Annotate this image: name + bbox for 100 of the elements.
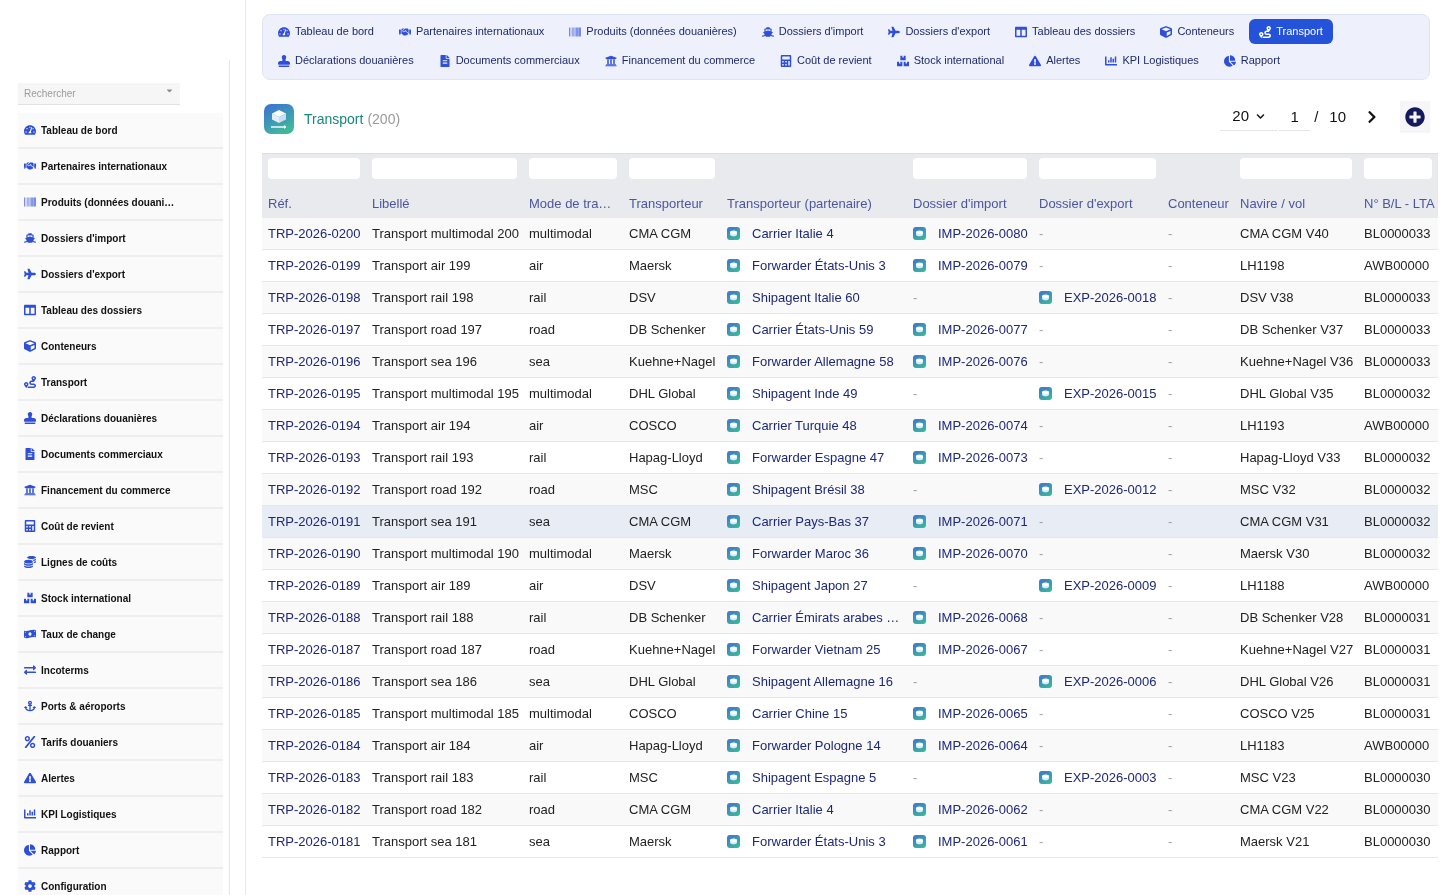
record-link[interactable]: TRP-2026-0195 [268, 383, 361, 404]
record-link[interactable]: Forwarder Pologne 14 [752, 735, 881, 756]
record-link[interactable]: EXP-2026-0015 [1064, 383, 1157, 404]
record-link[interactable]: IMP-2026-0073 [938, 447, 1028, 468]
record-link[interactable]: TRP-2026-0185 [268, 703, 361, 724]
table-row[interactable]: TRP-2026-0186 Transport sea 186 sea DHL Global Shipagent Allemagne 16 - EXP-2026-0006 - DHL Global V26 BL0000031 [262, 666, 1438, 698]
sidebar-item[interactable]: Taux de change [18, 617, 223, 653]
nav-tab[interactable]: Déclarations douanières [268, 48, 424, 73]
record-link[interactable]: IMP-2026-0062 [938, 799, 1028, 820]
sidebar-item[interactable]: Produits (données douani… [18, 185, 223, 221]
nav-tab[interactable]: Transport [1249, 19, 1333, 44]
record-link[interactable]: Shipagent Inde 49 [752, 383, 858, 404]
record-link[interactable]: IMP-2026-0077 [938, 319, 1028, 340]
record-link[interactable]: TRP-2026-0182 [268, 799, 361, 820]
record-link[interactable]: TRP-2026-0194 [268, 415, 361, 436]
record-link[interactable]: Carrier Italie 4 [752, 799, 834, 820]
nav-tab[interactable]: Dossiers d'export [878, 19, 1001, 44]
nav-tab[interactable]: Stock international [886, 48, 1015, 73]
sidebar-item[interactable]: Rapport [18, 833, 223, 869]
record-link[interactable]: Forwarder Vietnam 25 [752, 639, 881, 660]
column-header[interactable]: Libellé [372, 194, 410, 214]
nav-tab[interactable]: Tableau des dossiers [1005, 19, 1146, 44]
record-link[interactable]: TRP-2026-0198 [268, 287, 361, 308]
record-link[interactable]: Forwarder États-Unis 3 [752, 255, 886, 276]
record-link[interactable]: TRP-2026-0190 [268, 543, 361, 564]
column-header[interactable]: Dossier d'export [1039, 194, 1133, 214]
record-link[interactable]: Forwarder Maroc 36 [752, 543, 870, 564]
nav-tab[interactable]: Alertes [1019, 48, 1091, 73]
column-header[interactable]: Transporteur (partenaire) [727, 194, 872, 214]
record-link[interactable]: IMP-2026-0065 [938, 703, 1028, 724]
record-link[interactable]: EXP-2026-0018 [1064, 287, 1157, 308]
record-link[interactable]: Carrier Italie 4 [752, 223, 834, 244]
column-header[interactable]: Mode de tra… [529, 194, 612, 214]
column-header[interactable]: Transporteur [629, 194, 703, 214]
record-link[interactable]: TRP-2026-0199 [268, 255, 361, 276]
record-link[interactable]: TRP-2026-0181 [268, 831, 361, 852]
sidebar-item[interactable]: Stock international [18, 581, 223, 617]
record-link[interactable]: IMP-2026-0061 [938, 831, 1028, 852]
record-link[interactable]: TRP-2026-0184 [268, 735, 361, 756]
record-link[interactable]: IMP-2026-0068 [938, 607, 1028, 628]
nav-tab[interactable]: Conteneurs [1150, 19, 1245, 44]
record-link[interactable]: Carrier Émirats arabes … [752, 607, 900, 628]
column-header[interactable]: Navire / vol [1240, 194, 1306, 214]
record-link[interactable]: IMP-2026-0074 [938, 415, 1028, 436]
record-link[interactable]: TRP-2026-0186 [268, 671, 361, 692]
record-link[interactable]: IMP-2026-0080 [938, 223, 1028, 244]
record-link[interactable]: Shipagent Brésil 38 [752, 479, 865, 500]
add-button[interactable] [1400, 101, 1430, 133]
nav-tab[interactable]: KPI Logistiques [1095, 48, 1209, 73]
sidebar-item[interactable]: Dossiers d'import [18, 221, 223, 257]
nav-tab[interactable]: Coût de revient [770, 48, 882, 73]
nav-tab[interactable]: Partenaires internationaux [388, 19, 555, 44]
page-size-select[interactable]: 20 [1220, 103, 1278, 131]
sidebar-item[interactable]: Conteneurs [18, 329, 223, 365]
sidebar-item[interactable]: Coût de revient [18, 509, 223, 545]
record-link[interactable]: TRP-2026-0197 [268, 319, 361, 340]
table-row[interactable]: TRP-2026-0192 Transport road 192 road MSC Shipagent Brésil 38 - EXP-2026-0012 - MSC V32 BL0000032 [262, 474, 1438, 506]
nav-tab[interactable]: Produits (données douanières) [559, 19, 747, 44]
record-link[interactable]: TRP-2026-0192 [268, 479, 361, 500]
record-link[interactable]: TRP-2026-0188 [268, 607, 361, 628]
search-field[interactable]: Rechercher [18, 83, 180, 105]
record-link[interactable]: EXP-2026-0012 [1064, 479, 1157, 500]
record-link[interactable]: Shipagent Espagne 5 [752, 767, 877, 788]
record-link[interactable]: TRP-2026-0191 [268, 511, 361, 532]
nav-tab[interactable]: Documents commerciaux [428, 48, 590, 73]
record-link[interactable]: IMP-2026-0070 [938, 543, 1028, 564]
sidebar-item[interactable]: Financement du commerce [18, 473, 223, 509]
sidebar-item[interactable]: Alertes [18, 761, 223, 797]
sidebar-item[interactable]: Incoterms [18, 653, 223, 689]
nav-tab[interactable]: Dossiers d'import [751, 19, 874, 44]
record-link[interactable]: EXP-2026-0009 [1064, 575, 1157, 596]
table-row[interactable]: TRP-2026-0196 Transport sea 196 sea Kuehne+Nagel Forwarder Allemagne 58 IMP-2026-0076 - - Kuehne+Nagel V36 BL0000033 [262, 346, 1438, 378]
record-link[interactable]: Carrier Chine 15 [752, 703, 848, 724]
table-row[interactable]: TRP-2026-0191 Transport sea 191 sea CMA CGM Carrier Pays-Bas 37 IMP-2026-0071 - - CMA CGM V31 BL0000032 [262, 506, 1438, 538]
record-link[interactable]: Carrier Pays-Bas 37 [752, 511, 870, 532]
sidebar-item[interactable]: Tarifs douaniers [18, 725, 223, 761]
record-link[interactable]: IMP-2026-0064 [938, 735, 1028, 756]
record-link[interactable]: Shipagent Japon 27 [752, 575, 868, 596]
record-link[interactable]: Forwarder États-Unis 3 [752, 831, 886, 852]
column-header[interactable]: Dossier d'import [913, 194, 1007, 214]
record-link[interactable]: EXP-2026-0003 [1064, 767, 1157, 788]
table-row[interactable]: TRP-2026-0188 Transport rail 188 rail DB Schenker Carrier Émirats arabes … IMP-2026-0068 - - DB Schenker V28 BL0000031 [262, 602, 1438, 634]
sidebar-item[interactable]: Partenaires internationaux [18, 149, 223, 185]
record-link[interactable]: Shipagent Allemagne 16 [752, 671, 893, 692]
record-link[interactable]: IMP-2026-0076 [938, 351, 1028, 372]
record-link[interactable]: IMP-2026-0079 [938, 255, 1028, 276]
table-row[interactable]: TRP-2026-0190 Transport multimodal 190 multimodal Maersk Forwarder Maroc 36 IMP-2026-0070 - - Maersk V30 BL0000032 [262, 538, 1438, 570]
record-link[interactable]: TRP-2026-0193 [268, 447, 361, 468]
record-link[interactable]: Carrier États-Unis 59 [752, 319, 874, 340]
record-link[interactable]: Forwarder Espagne 47 [752, 447, 885, 468]
table-row[interactable]: TRP-2026-0194 Transport air 194 air COSCO Carrier Turquie 48 IMP-2026-0074 - - LH1193 AWB00000 [262, 410, 1438, 442]
column-header[interactable]: Réf. [268, 194, 292, 214]
nav-tab[interactable]: Financement du commerce [594, 48, 765, 73]
column-header[interactable]: N° B/L - LTA [1364, 194, 1435, 214]
sidebar-item[interactable]: Configuration [18, 869, 223, 895]
sidebar-item[interactable]: Déclarations douanières [18, 401, 223, 437]
table-row[interactable]: TRP-2026-0182 Transport road 182 road CMA CGM Carrier Italie 4 IMP-2026-0062 - - CMA CGM V22 BL0000030 [262, 794, 1438, 826]
record-link[interactable]: TRP-2026-0196 [268, 351, 361, 372]
sidebar-item[interactable]: Transport [18, 365, 223, 401]
table-row[interactable]: TRP-2026-0200 Transport multimodal 200 multimodal CMA CGM Carrier Italie 4 IMP-2026-0080 - - CMA CGM V40 BL0000033 [262, 218, 1438, 250]
